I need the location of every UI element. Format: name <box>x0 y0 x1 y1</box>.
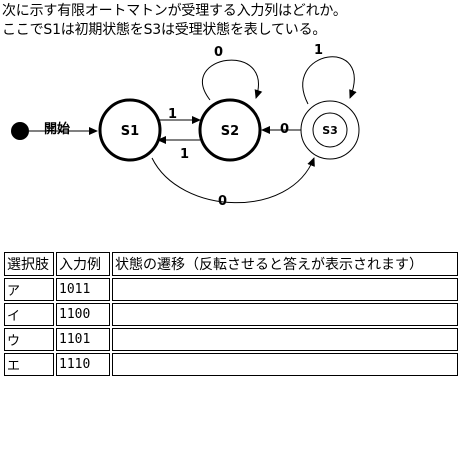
edge-s2-self <box>202 59 263 101</box>
row-choice: ウ <box>4 328 54 351</box>
state-s2-label: S2 <box>221 124 239 139</box>
question-line-1: 次に示す有限オートマトンが受理する入力列はどれか。 <box>2 3 347 19</box>
row-transition-answer[interactable] <box>112 353 458 376</box>
table-header-row: 選択肢 入力例 状態の遷移（反転させると答えが表示されます） <box>4 252 458 276</box>
row-input: 1011 <box>56 278 110 301</box>
edge-s1-s3-label: 0 <box>218 194 227 209</box>
row-input: 1100 <box>56 303 110 326</box>
row-transition-answer[interactable] <box>112 303 458 326</box>
row-transition-answer[interactable] <box>112 328 458 351</box>
row-choice: ア <box>4 278 54 301</box>
edge-s2-s1-label: 1 <box>180 147 189 162</box>
state-diagram: 開始 S1 S2 S3 1 1 0 1 0 0 <box>11 43 360 209</box>
edge-s3-s2-label: 0 <box>280 122 289 137</box>
table-row: エ 1110 <box>4 353 458 376</box>
state-s1-label: S1 <box>121 124 139 139</box>
start-label: 開始 <box>44 121 70 137</box>
table-row: イ 1100 <box>4 303 458 326</box>
header-choice: 選択肢 <box>4 252 54 276</box>
edge-s2-self-label: 0 <box>214 45 223 60</box>
table-row: ウ 1101 <box>4 328 458 351</box>
row-choice: エ <box>4 353 54 376</box>
start-marker <box>11 122 29 140</box>
header-input: 入力例 <box>56 252 110 276</box>
question-line-2: ここでS1は初期状態をS3は受理状態を表している。 <box>2 22 327 38</box>
edge-s1-s3 <box>151 157 315 204</box>
edge-s3-self <box>302 56 357 105</box>
state-s3-label: S3 <box>322 124 338 137</box>
row-choice: イ <box>4 303 54 326</box>
table-row: ア 1011 <box>4 278 458 301</box>
answer-table: 選択肢 入力例 状態の遷移（反転させると答えが表示されます） ア 1011 イ … <box>2 250 460 378</box>
row-transition-answer[interactable] <box>112 278 458 301</box>
row-input: 1110 <box>56 353 110 376</box>
edge-s1-s2-label: 1 <box>168 107 177 122</box>
header-transition: 状態の遷移（反転させると答えが表示されます） <box>112 252 458 276</box>
edge-s3-self-label: 1 <box>314 43 323 58</box>
row-input: 1101 <box>56 328 110 351</box>
